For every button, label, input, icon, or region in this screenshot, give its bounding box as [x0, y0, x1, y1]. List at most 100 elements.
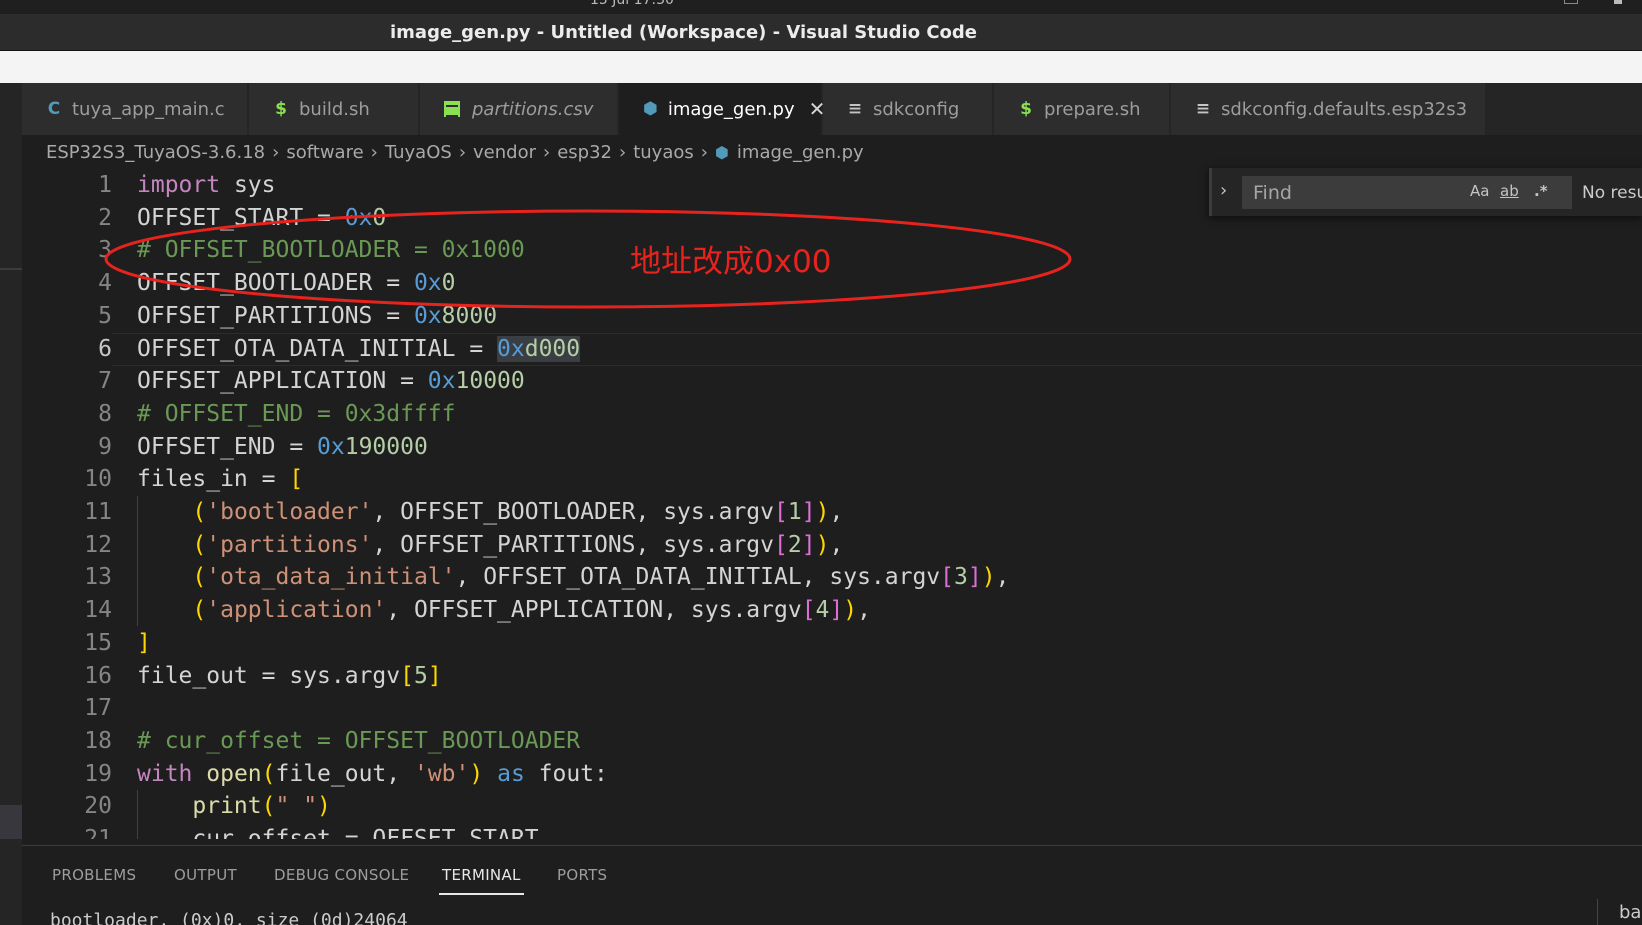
code-line[interactable]: # OFFSET_BOOTLOADER = 0x1000: [137, 234, 525, 267]
breadcrumb-item[interactable]: tuyaos: [633, 142, 694, 163]
system-top-bar: 15 Jul 17:30: [0, 0, 1642, 14]
code-line[interactable]: import sys: [137, 169, 275, 202]
tab-label: build.sh: [299, 98, 370, 120]
python-file-icon: ⬢: [714, 142, 729, 162]
line-number: 11: [84, 499, 112, 525]
line-number: 15: [84, 629, 112, 656]
chevron-right-icon: ›: [370, 141, 378, 163]
panel-tab-problems[interactable]: PROBLEMS: [52, 866, 136, 884]
match-case-icon[interactable]: Aa: [1470, 182, 1489, 200]
window-title: image_gen.py - Untitled (Workspace) - Vi…: [390, 22, 978, 43]
system-clock[interactable]: 15 Jul 17:30: [590, 0, 674, 8]
code-editor[interactable]: 1 2 3 4 5 6 7 8 9 10 11 12 13 14 15 16 1…: [22, 169, 1642, 839]
line-number: 12: [84, 531, 112, 558]
breadcrumb-item[interactable]: image_gen.py: [737, 142, 864, 163]
code-line[interactable]: OFFSET_BOOTLOADER = 0x0: [137, 267, 456, 300]
line-number: 13: [84, 564, 112, 591]
tab-label: sdkconfig: [873, 98, 960, 120]
line-number-gutter: 1 2 3 4 5 6 7 8 9 10 11 12 13 14 15 16 1…: [22, 169, 112, 839]
tab-label: partitions.csv: [472, 98, 594, 120]
panel-tab-debug-console[interactable]: DEBUG CONSOLE: [274, 866, 409, 884]
code-line[interactable]: ('partitions', OFFSET_PARTITIONS, sys.ar…: [137, 529, 843, 562]
breadcrumb: ESP32S3_TuyaOS-3.6.18 › software › TuyaO…: [22, 135, 1642, 169]
chevron-right-icon[interactable]: ›: [1220, 180, 1227, 201]
code-line[interactable]: OFFSET_APPLICATION = 0x10000: [137, 365, 525, 398]
code-line[interactable]: OFFSET_START = 0x0: [137, 202, 386, 235]
shell-file-icon: $: [275, 99, 287, 119]
code-line[interactable]: OFFSET_END = 0x190000: [137, 431, 428, 464]
lines-file-icon: ≡: [847, 99, 863, 119]
line-number: 8: [98, 400, 112, 427]
panel-tab-ports[interactable]: PORTS: [557, 866, 607, 884]
tab-label: sdkconfig.defaults.esp32s3: [1221, 98, 1468, 120]
breadcrumb-item[interactable]: vendor: [473, 142, 536, 163]
chevron-right-icon: ›: [700, 141, 708, 163]
chevron-right-icon: ›: [458, 141, 467, 163]
activity-divider: [0, 268, 22, 270]
whole-word-icon[interactable]: ab: [1500, 182, 1519, 200]
tab-label: prepare.sh: [1044, 98, 1141, 120]
tab-tuya-app-main-c[interactable]: C tuya_app_main.c: [22, 83, 248, 135]
line-number: 17: [84, 695, 112, 722]
chevron-right-icon: ›: [619, 141, 627, 163]
chevron-right-icon: ›: [272, 141, 280, 163]
python-file-icon: ⬢: [643, 99, 658, 119]
code-line[interactable]: files_in = [: [137, 463, 303, 496]
line-number: 14: [84, 597, 112, 624]
menu-bar-strip: [0, 51, 1642, 83]
line-number: 7: [98, 368, 112, 395]
editor-tab-bar: C tuya_app_main.c $ build.sh partitions.…: [22, 83, 1642, 135]
code-line[interactable]: OFFSET_PARTITIONS = 0x8000: [137, 300, 497, 333]
code-line[interactable]: OFFSET_OTA_DATA_INITIAL = 0xd000: [137, 333, 581, 366]
code-line[interactable]: file_out = sys.argv[5]: [137, 660, 442, 693]
activity-item-selected[interactable]: [0, 805, 22, 839]
line-number: 1: [98, 172, 112, 198]
code-line[interactable]: # OFFSET_END = 0x3dffff: [137, 398, 456, 431]
system-menu-icon[interactable]: [1614, 0, 1622, 4]
lines-file-icon: ≡: [1195, 99, 1211, 119]
line-number: 9: [98, 433, 112, 460]
window-control-icon[interactable]: [1564, 0, 1578, 4]
line-number: 19: [84, 760, 112, 787]
panel-tab-output[interactable]: OUTPUT: [174, 866, 237, 884]
code-line[interactable]: print(" "): [137, 790, 331, 823]
tab-sdkconfig[interactable]: ≡ sdkconfig: [823, 83, 993, 135]
terminal-output[interactable]: bootloader, (0x)0, size (0d)24064: [50, 910, 408, 925]
code-line[interactable]: ('ota_data_initial', OFFSET_OTA_DATA_INI…: [137, 561, 1009, 594]
find-widget: › Aa ab .* No results: [1209, 168, 1642, 216]
breadcrumb-item[interactable]: ESP32S3_TuyaOS-3.6.18: [46, 142, 265, 163]
tab-label: tuya_app_main.c: [72, 98, 225, 120]
tab-partitions-csv[interactable]: partitions.csv: [420, 83, 618, 135]
code-line[interactable]: # cur_offset = OFFSET_BOOTLOADER: [137, 725, 580, 758]
line-number: 2: [98, 204, 112, 231]
breadcrumb-item[interactable]: esp32: [557, 142, 612, 163]
line-number: 10: [84, 466, 112, 493]
line-number: 4: [98, 270, 112, 297]
bottom-panel: PROBLEMS OUTPUT DEBUG CONSOLE TERMINAL P…: [22, 845, 1642, 925]
code-line[interactable]: ('bootloader', OFFSET_BOOTLOADER, sys.ar…: [137, 496, 843, 529]
breadcrumb-item[interactable]: TuyaOS: [385, 142, 452, 163]
panel-tab-terminal[interactable]: TERMINAL: [439, 866, 524, 895]
code-line[interactable]: with open(file_out, 'wb') as fout:: [137, 758, 608, 791]
tab-image-gen-py[interactable]: ⬢ image_gen.py ✕: [619, 83, 825, 135]
line-number: 5: [98, 302, 112, 329]
code-line[interactable]: cur_offset = OFFSET_START: [137, 823, 538, 839]
line-number: 18: [84, 727, 112, 754]
annotation-text: 地址改成0x00: [630, 244, 832, 280]
regex-icon[interactable]: .*: [1534, 182, 1548, 200]
line-number: 6: [98, 335, 112, 362]
tab-label: image_gen.py: [667, 98, 795, 120]
csv-file-icon: [444, 101, 460, 117]
line-number: 20: [84, 793, 112, 820]
breadcrumb-item[interactable]: software: [286, 142, 363, 163]
tab-build-sh[interactable]: $ build.sh: [249, 83, 419, 135]
tab-prepare-sh[interactable]: $ prepare.sh: [994, 83, 1170, 135]
chevron-right-icon: ›: [543, 141, 551, 163]
find-input[interactable]: [1242, 176, 1572, 209]
terminal-instance-bash[interactable]: bash: [1619, 902, 1642, 923]
code-line[interactable]: ('application', OFFSET_APPLICATION, sys.…: [137, 594, 871, 627]
code-line[interactable]: ]: [137, 627, 151, 660]
line-number: 21: [84, 826, 112, 839]
activity-bar: [0, 83, 22, 925]
tab-sdkconfig-defaults[interactable]: ≡ sdkconfig.defaults.esp32s3: [1171, 83, 1486, 135]
